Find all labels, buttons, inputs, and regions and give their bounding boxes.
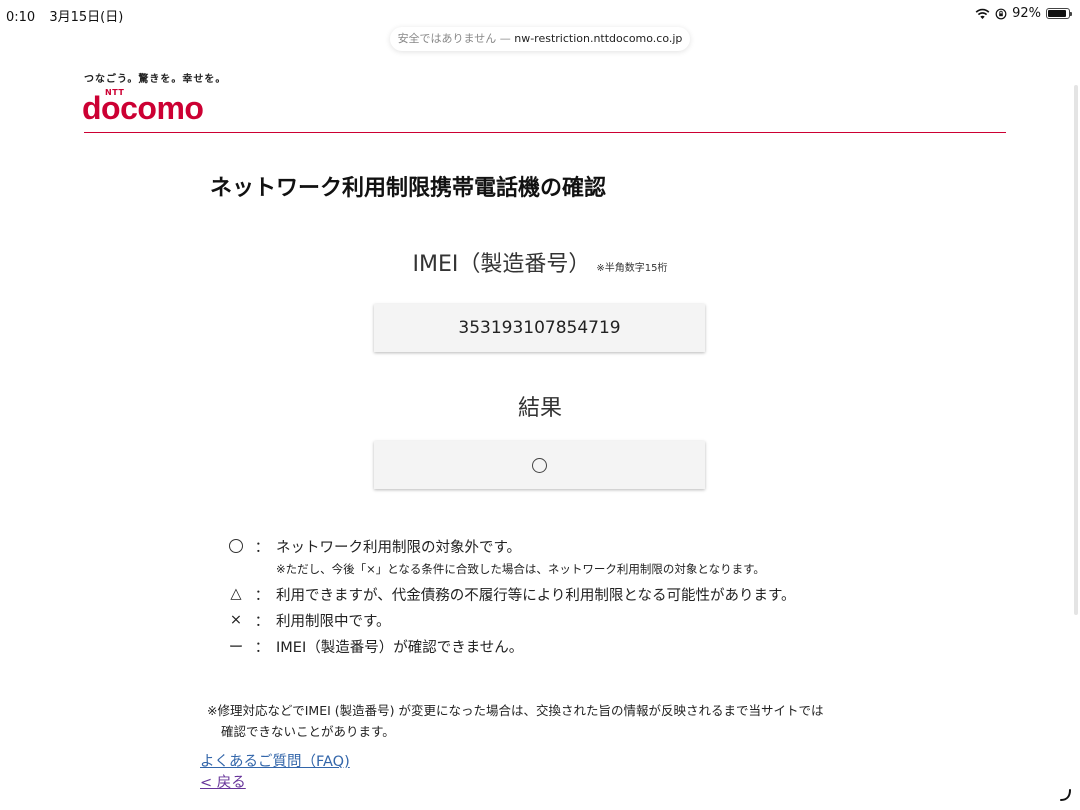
imei-value: 353193107854719 <box>458 318 621 338</box>
security-warning: 安全ではありません <box>397 32 497 45</box>
battery-percent: 92% <box>1012 6 1041 21</box>
url-host: nw-restriction.nttdocomo.co.jp <box>514 32 683 45</box>
imei-heading: IMEI（製造番号） ※半角数字15桁 <box>0 246 1080 278</box>
legend-text: 利用制限中です。 <box>276 613 391 630</box>
footnote-line-2: 確認できないことがあります。 <box>221 724 395 739</box>
legend-colon: ： <box>254 539 270 556</box>
logo-wordmark: docomo <box>82 90 204 126</box>
battery-fill <box>1048 10 1067 17</box>
status-left: 0:10 3月15日(日) <box>6 6 133 25</box>
legend-triangle-icon: △ <box>230 586 242 602</box>
legend-dash-icon: ー <box>228 639 244 656</box>
status-bar: 0:10 3月15日(日) 92% <box>0 0 1080 30</box>
docomo-tagline: つなごう。驚きを。幸せを。 <box>84 74 227 85</box>
legend-row-dash: ー ： IMEI（製造番号）が確認できません。 <box>226 633 796 659</box>
back-link[interactable]: < 戻る <box>200 771 246 792</box>
loading-spinner-icon <box>1060 789 1071 801</box>
footnote: ※修理対応などでIMEI (製造番号) が変更になった場合は、交換された旨の情報… <box>207 700 823 742</box>
orientation-lock-icon <box>995 8 1007 19</box>
legend-cross-icon: × <box>229 612 243 628</box>
status-right: 92% <box>975 6 1072 21</box>
imei-label: IMEI（製造番号） <box>412 252 591 277</box>
url-bar[interactable]: 安全ではありません — nw-restriction.nttdocomo.co.… <box>390 27 690 51</box>
legend-row-triangle: △ ： 利用できますが、代金債務の不履行等により利用制限となる可能性があります。 <box>226 581 796 607</box>
header-divider <box>84 132 1006 133</box>
legend-text: 利用できますが、代金債務の不履行等により利用制限となる可能性があります。 <box>276 587 796 604</box>
legend-circle-icon <box>226 539 246 553</box>
legend-colon: ： <box>254 587 270 604</box>
battery-icon <box>1046 8 1072 19</box>
result-legend: ： ネットワーク利用制限の対象外です。 ※ただし、今後「×」となる条件に合致した… <box>226 533 796 659</box>
status-time: 0:10 <box>6 10 36 25</box>
docomo-logo[interactable]: NTT docomo <box>82 88 232 128</box>
imei-value-box: 353193107854719 <box>374 304 705 352</box>
legend-colon: ： <box>254 639 270 656</box>
legend-colon: ： <box>254 613 270 630</box>
faq-link[interactable]: よくあるご質問（FAQ) <box>200 750 350 771</box>
url-separator: — <box>499 32 511 45</box>
wifi-icon <box>975 8 990 19</box>
scrollbar[interactable] <box>1074 85 1078 615</box>
legend-text: ネットワーク利用制限の対象外です。 <box>276 539 522 556</box>
result-value-box <box>374 441 705 489</box>
result-heading: 結果 <box>517 396 562 421</box>
legend-text: IMEI（製造番号）が確認できません。 <box>276 639 524 656</box>
result-circle-icon <box>532 457 547 473</box>
legend-row-cross: × ： 利用制限中です。 <box>226 607 796 633</box>
status-date: 3月15日(日) <box>49 10 124 25</box>
legend-row-circle: ： ネットワーク利用制限の対象外です。 <box>226 533 796 559</box>
legend-subnote: ※ただし、今後「×」となる条件に合致した場合は、ネットワーク利用制限の対象となり… <box>276 562 765 576</box>
footnote-line-1: ※修理対応などでIMEI (製造番号) が変更になった場合は、交換された旨の情報… <box>207 703 824 718</box>
imei-note: ※半角数字15桁 <box>596 263 668 274</box>
page-title: ネットワーク利用制限携帯電話機の確認 <box>210 176 607 201</box>
